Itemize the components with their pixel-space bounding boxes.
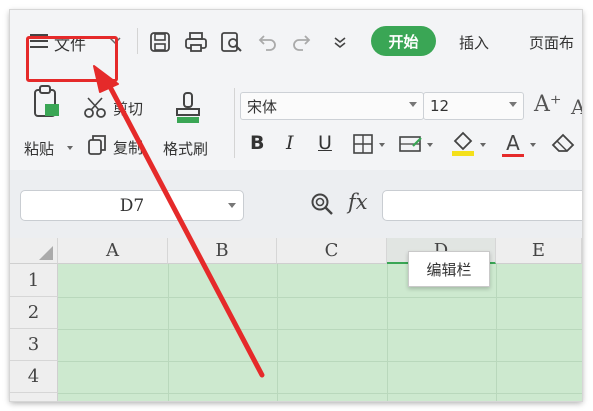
annotation-arrow (93, 65, 265, 378)
app-window: 文件 开始 插入 页面布 粘贴 剪切 复制 格式刷 宋体 12 A⁺ A B I… (10, 10, 582, 401)
